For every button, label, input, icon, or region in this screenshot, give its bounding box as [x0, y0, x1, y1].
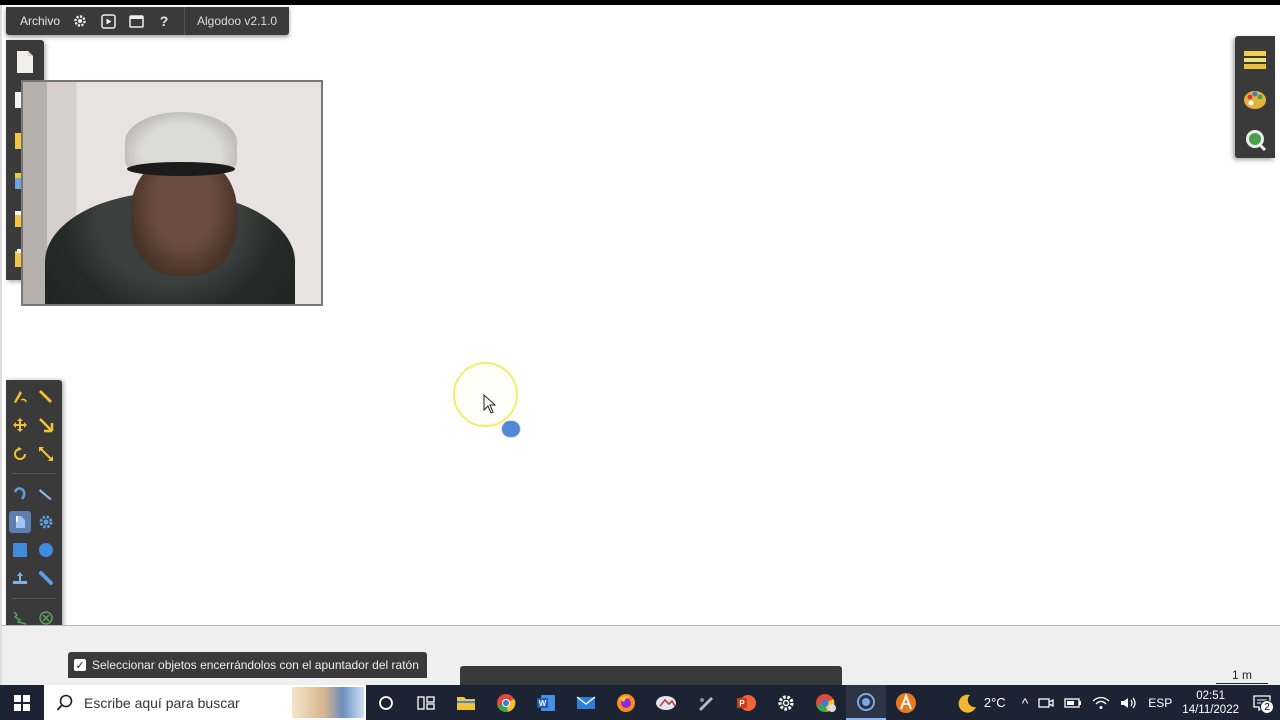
circle-tool-icon[interactable]: [35, 539, 57, 561]
rope-tool-icon[interactable]: [9, 483, 31, 505]
battery-icon[interactable]: [1059, 685, 1087, 720]
wifi-icon[interactable]: [1087, 685, 1115, 720]
drag-cursor-badge-icon: [502, 421, 520, 437]
gear-icon: [72, 13, 88, 29]
file-menu[interactable]: Archivo: [14, 7, 66, 35]
search-highlight-image: [292, 687, 364, 718]
system-tray: 2°C ^ ESP 02:51 14/11/2022 2: [951, 685, 1280, 720]
cortana-icon[interactable]: [366, 685, 406, 720]
svg-text:P: P: [739, 699, 745, 708]
box-tool-icon[interactable]: [9, 539, 31, 561]
chrome-profile-icon[interactable]: [806, 685, 846, 720]
weather-widget[interactable]: 2°C: [951, 685, 1011, 720]
new-scene-icon[interactable]: [15, 50, 35, 74]
clock-time: 02:51: [1196, 689, 1226, 702]
zoom-icon[interactable]: [1243, 128, 1267, 152]
scale-label: 1 m: [1231, 668, 1252, 682]
window-icon: [128, 13, 144, 29]
file-explorer-icon[interactable]: [446, 685, 486, 720]
chevron-up-icon[interactable]: ^: [1017, 685, 1034, 720]
rotate-tool-icon[interactable]: [9, 443, 31, 465]
tools-separator-2: [12, 598, 56, 599]
app-version: Algodoo v2.1.0: [197, 14, 278, 28]
moon-icon: [958, 694, 976, 713]
pen-icon[interactable]: [686, 685, 726, 720]
menu-separator: [184, 7, 186, 35]
status-bar: ✓ Seleccionar objetos encerrándolos con …: [68, 652, 427, 678]
recording-icon[interactable]: [846, 685, 886, 720]
pencil-tool-icon[interactable]: [35, 385, 57, 407]
status-message: Seleccionar objetos encerrándolos con el…: [92, 658, 419, 672]
powerpoint-icon[interactable]: P: [726, 685, 766, 720]
notification-count: 2: [1260, 700, 1274, 714]
menu-bar: Archivo ? Algodoo v2.1.0: [6, 7, 290, 35]
clock-date: 14/11/2022: [1182, 703, 1239, 716]
algodoo-window: Archivo ? Algodoo v2.1.0 ✓ Seleccionar o…: [0, 5, 1280, 685]
taskbar-search[interactable]: Escribe aquí para buscar: [44, 685, 366, 720]
algodoo-icon[interactable]: [886, 685, 926, 720]
simulation-controls: [460, 666, 842, 685]
photos-icon[interactable]: [646, 685, 686, 720]
volume-icon[interactable]: [1115, 685, 1143, 720]
status-checkbox[interactable]: ✓: [74, 659, 86, 672]
word-icon[interactable]: W: [526, 685, 566, 720]
scale-indicator: 1 m: [1212, 668, 1272, 684]
help-icon: ?: [159, 13, 169, 29]
gear-tool-icon[interactable]: [35, 511, 57, 533]
notification-center[interactable]: 2: [1244, 685, 1280, 720]
task-view-icon[interactable]: [406, 685, 446, 720]
sketch-tool-icon[interactable]: [9, 385, 31, 407]
layers-icon[interactable]: [1243, 48, 1267, 72]
brush-tool-icon[interactable]: [9, 511, 31, 533]
svg-text:W: W: [539, 699, 547, 708]
chain-tool-icon[interactable]: [35, 567, 57, 589]
palette-icon[interactable]: [1243, 88, 1267, 112]
plane-tool-icon[interactable]: [9, 567, 31, 589]
scale-line: [1216, 683, 1268, 684]
firefox-icon[interactable]: [606, 685, 646, 720]
settings-button[interactable]: [66, 7, 94, 35]
knife-tool-icon[interactable]: [35, 483, 57, 505]
move-tool-icon[interactable]: [9, 414, 31, 436]
tools-separator: [12, 473, 56, 474]
taskbar: Escribe aquí para buscar W P 2°C ^ ESP 0…: [0, 685, 1280, 720]
drag-tool-icon[interactable]: [35, 414, 57, 436]
play-icon: [100, 13, 116, 29]
windows-icon: [14, 694, 30, 711]
start-button[interactable]: [0, 685, 44, 720]
settings-icon[interactable]: [766, 685, 806, 720]
window-button[interactable]: [122, 7, 150, 35]
mail-icon[interactable]: [566, 685, 606, 720]
weather-temperature: 2°C: [983, 695, 1006, 710]
play-button[interactable]: [94, 7, 122, 35]
search-icon: [56, 694, 73, 711]
help-button[interactable]: ?: [150, 7, 178, 35]
webcam-overlay: [21, 80, 323, 306]
clock[interactable]: 02:51 14/11/2022: [1177, 685, 1244, 720]
right-panel: [1235, 36, 1275, 158]
search-placeholder: Escribe aquí para buscar: [84, 694, 240, 711]
language-indicator[interactable]: ESP: [1143, 685, 1177, 720]
chrome-icon[interactable]: [486, 685, 526, 720]
meet-now-icon[interactable]: [1033, 685, 1059, 720]
webcam-person-cap-brim: [127, 162, 235, 176]
scale-tool-icon[interactable]: [35, 443, 57, 465]
mouse-pointer-icon: [483, 393, 497, 419]
